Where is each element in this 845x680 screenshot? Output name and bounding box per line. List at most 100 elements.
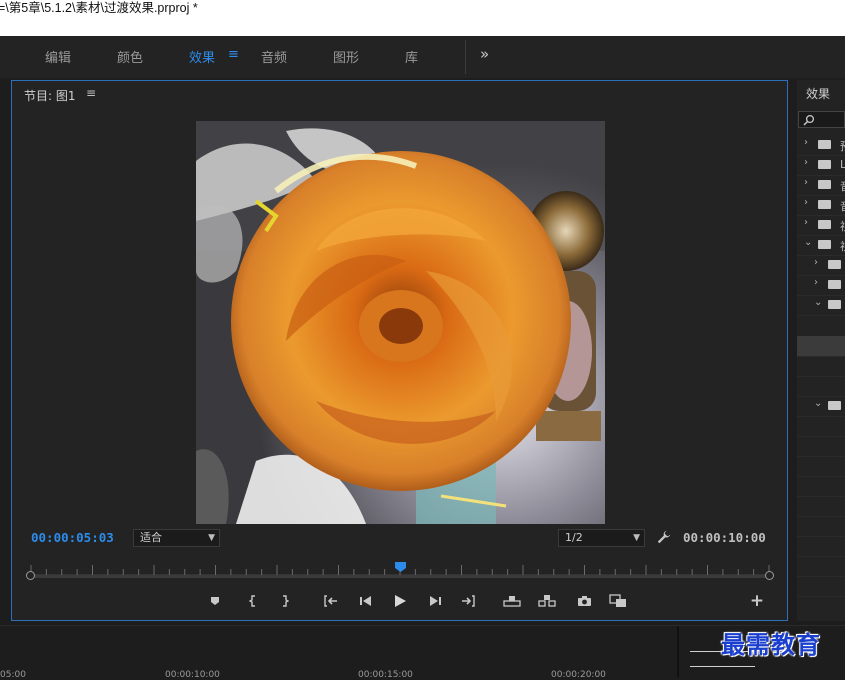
zoom-level-value: 适合 <box>140 531 162 544</box>
effects-tree-row[interactable] <box>797 356 845 377</box>
step-forward-button[interactable] <box>426 591 444 611</box>
go-to-in-button[interactable] <box>322 591 340 611</box>
more-workspaces-icon[interactable]: » <box>480 45 489 63</box>
chevron-right-icon[interactable]: › <box>804 197 808 208</box>
effects-tree-label: 音 <box>840 198 845 214</box>
effects-tree-label: 视 <box>840 238 845 254</box>
playback-resolution-select[interactable]: 1/2 ▼ <box>558 529 645 547</box>
workspace-tab-edit[interactable]: 编辑 <box>45 47 71 66</box>
timeline-tick-label: 00:00:20:00 <box>551 670 606 680</box>
scrub-bar[interactable] <box>30 575 771 578</box>
workspace-tab-audio[interactable]: 音频 <box>261 47 287 66</box>
effects-tree-row[interactable] <box>797 556 845 577</box>
effects-tree-row[interactable]: › <box>797 275 845 296</box>
chevron-right-icon[interactable]: › <box>804 137 808 148</box>
in-point-handle[interactable] <box>26 571 35 580</box>
workspace-tab-effects[interactable]: 效果 <box>189 47 215 66</box>
effects-panel-title[interactable]: 效果 <box>806 85 830 102</box>
current-timecode[interactable]: 00:00:05:03 <box>31 530 114 545</box>
effects-tree-row[interactable]: ›预 <box>797 135 845 156</box>
effects-tree-row[interactable] <box>797 456 845 477</box>
effects-tree-row[interactable]: ⌄ <box>797 396 845 417</box>
go-to-out-button[interactable] <box>459 591 477 611</box>
chevron-right-icon[interactable]: › <box>804 217 808 228</box>
chevron-down-icon[interactable]: ⌄ <box>814 297 822 308</box>
chevron-right-icon[interactable]: › <box>804 157 808 168</box>
marker-icon <box>211 597 219 605</box>
effects-tree-row[interactable]: › <box>797 255 845 276</box>
effects-tree-row[interactable] <box>797 536 845 557</box>
panel-divider <box>677 626 679 677</box>
lift-button[interactable] <box>502 591 522 611</box>
step-forward-icon <box>430 596 441 606</box>
play-icon <box>395 595 406 607</box>
go-to-out-icon <box>462 595 475 607</box>
effects-tree-row[interactable]: ⌄视 <box>797 235 845 256</box>
timeline-tick-label: 00:00:10:00 <box>165 670 220 680</box>
effects-tree-row[interactable] <box>797 516 845 537</box>
effects-tree-row-selected[interactable] <box>797 336 845 357</box>
effects-tree-row[interactable] <box>797 496 845 517</box>
out-point-handle[interactable] <box>765 571 774 580</box>
effects-tree-row[interactable] <box>797 476 845 497</box>
workspace-tab-graphics[interactable]: 图形 <box>333 47 359 66</box>
effects-tree-row[interactable] <box>797 576 845 597</box>
program-monitor-title[interactable]: 节目: 图1 <box>24 87 76 104</box>
mark-out-button[interactable] <box>278 591 292 611</box>
folder-icon <box>828 300 841 309</box>
workspace-menu-icon[interactable]: ≡ <box>228 47 239 62</box>
button-editor-add[interactable]: + <box>750 591 764 611</box>
folder-icon <box>828 280 841 289</box>
folder-icon <box>828 401 841 410</box>
video-preview[interactable] <box>196 121 605 524</box>
video-frame-graphic <box>196 121 605 524</box>
zoom-level-select[interactable]: 适合 ▼ <box>133 529 220 547</box>
effects-tree-row[interactable]: ›音 <box>797 195 845 216</box>
chevron-right-icon[interactable]: › <box>814 257 818 268</box>
extract-button[interactable] <box>537 591 557 611</box>
chevron-right-icon[interactable]: › <box>804 177 808 188</box>
effects-tree-row[interactable] <box>797 376 845 397</box>
timeline-panel: 05:00 00:00:10:00 00:00:15:00 00:00:20:0… <box>0 625 845 680</box>
effects-tree-label: 视 <box>840 218 845 234</box>
effects-tree-row[interactable] <box>797 416 845 437</box>
folder-icon <box>818 140 831 149</box>
extract-icon <box>538 595 556 607</box>
export-frame-button[interactable] <box>575 591 593 611</box>
timeline-tick-label: 05:00 <box>0 670 26 680</box>
effects-tree-row[interactable]: ⌄ <box>797 295 845 316</box>
mark-in-button[interactable] <box>246 591 260 611</box>
playhead[interactable] <box>395 557 406 572</box>
folder-icon <box>818 160 831 169</box>
folder-icon <box>818 220 831 229</box>
effects-search-input[interactable] <box>798 111 845 128</box>
add-marker-button[interactable] <box>208 591 222 611</box>
effects-tree-label: 预 <box>840 138 845 154</box>
chevron-down-icon[interactable]: ⌄ <box>804 237 812 248</box>
play-button[interactable] <box>391 591 409 611</box>
workspace-tab-color[interactable]: 颜色 <box>117 47 143 66</box>
chevron-down-icon: ▼ <box>208 533 215 543</box>
workspace-divider <box>465 40 466 74</box>
go-to-in-icon <box>324 595 337 607</box>
folder-icon <box>818 180 831 189</box>
lift-icon <box>503 596 521 607</box>
effects-tree-row[interactable] <box>797 436 845 457</box>
effects-panel: 效果 ›预›Lu›音›音›视⌄视››⌄⌄ <box>797 80 845 621</box>
chevron-right-icon[interactable]: › <box>814 277 818 288</box>
playback-resolution-value: 1/2 <box>565 531 583 544</box>
panel-menu-icon[interactable]: ≡ <box>86 86 96 100</box>
effects-tree-row[interactable]: ›音 <box>797 175 845 196</box>
compare-icon <box>609 594 626 607</box>
compare-view-button[interactable] <box>608 591 628 611</box>
search-icon <box>803 114 815 126</box>
mark-in-icon <box>249 595 255 607</box>
workspace-tab-libraries[interactable]: 库 <box>405 47 418 66</box>
chevron-down-icon[interactable]: ⌄ <box>814 398 822 409</box>
timeline-tick-label: 00:00:15:00 <box>358 670 413 680</box>
effects-tree-row[interactable]: ›视 <box>797 215 845 236</box>
duration-timecode: 00:00:10:00 <box>683 530 766 545</box>
settings-wrench-icon[interactable] <box>657 529 671 548</box>
effects-tree-row[interactable]: › Lu <box>797 155 845 176</box>
step-back-button[interactable] <box>357 591 375 611</box>
